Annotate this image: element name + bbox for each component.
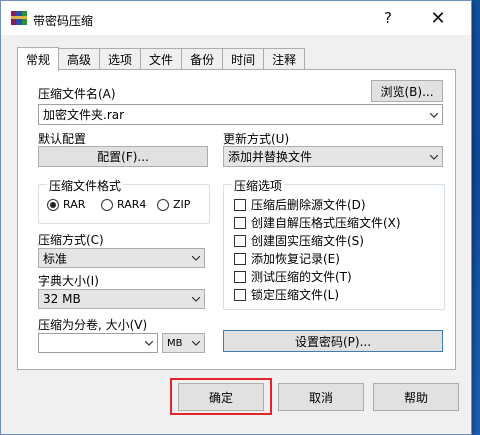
ok-highlight-frame <box>170 378 272 415</box>
split-unit-select[interactable]: MB <box>162 333 205 353</box>
default-profile-label: 默认配置 <box>38 132 87 146</box>
radio-empty-icon <box>157 198 169 211</box>
chevron-down-icon[interactable] <box>192 341 200 346</box>
compression-method-value: 标准 <box>43 251 68 266</box>
checkbox-icon <box>234 288 246 301</box>
tab-time[interactable]: 时间 <box>222 48 265 70</box>
cancel-button[interactable]: 取消 <box>278 383 364 411</box>
archive-format-title: 压缩文件格式 <box>47 177 124 194</box>
split-volume-label: 压缩为分卷, 大小(V) <box>38 318 148 332</box>
option-recovery-record[interactable]: 添加恢复记录(E) <box>234 250 340 267</box>
radio-selected-icon <box>47 198 59 211</box>
chevron-down-icon[interactable] <box>430 154 438 160</box>
tab-backup[interactable]: 备份 <box>181 48 224 70</box>
format-rar-radio[interactable]: RAR <box>47 198 85 211</box>
option-solid[interactable]: 创建固实压缩文件(S) <box>234 232 364 249</box>
option-lock-archive[interactable]: 锁定压缩文件(L) <box>234 286 339 303</box>
format-zip-radio[interactable]: ZIP <box>157 198 190 211</box>
checkbox-icon <box>234 198 246 211</box>
option-test-archive[interactable]: 测试压缩的文件(T) <box>234 268 352 285</box>
tab-strip: 常规 高级 选项 文件 备份 时间 注释 <box>17 47 306 71</box>
profiles-button[interactable]: 配置(F)... <box>38 146 208 167</box>
option-sfx[interactable]: 创建自解压格式压缩文件(X) <box>234 214 401 231</box>
archive-options-group: 压缩选项 压缩后删除源文件(D) 创建自解压格式压缩文件(X) 创建固实压缩文件… <box>223 177 445 310</box>
window-title: 带密码压缩 <box>33 14 94 28</box>
checkbox-icon <box>234 216 246 229</box>
tab-general[interactable]: 常规 <box>17 47 60 71</box>
tab-comment[interactable]: 注释 <box>263 48 306 70</box>
dictionary-size-label: 字典大小(I) <box>38 274 99 288</box>
format-rar4-radio[interactable]: RAR4 <box>101 198 146 211</box>
archive-dialog: 带密码压缩 ? ✕ 常规 高级 选项 文件 备份 时间 注释 压缩文件名(A) … <box>0 0 472 435</box>
chevron-down-icon[interactable] <box>192 256 200 261</box>
checkbox-icon <box>234 270 246 283</box>
dictionary-size-value: 32 MB <box>43 292 81 306</box>
archive-format-group: 压缩文件格式 RAR RAR4 ZIP <box>38 177 210 224</box>
update-mode-label: 更新方式(U) <box>223 132 290 146</box>
archive-options-title: 压缩选项 <box>232 177 285 194</box>
tab-options[interactable]: 选项 <box>99 48 142 70</box>
archive-name-value: 加密文件夹.rar <box>43 108 125 122</box>
chevron-down-icon[interactable] <box>430 112 438 118</box>
winrar-icon <box>11 11 27 25</box>
chevron-down-icon[interactable] <box>145 341 153 346</box>
chevron-down-icon[interactable] <box>192 297 200 302</box>
checkbox-icon <box>234 234 246 247</box>
close-button[interactable]: ✕ <box>415 1 461 35</box>
help-title-button[interactable]: ? <box>365 1 411 35</box>
tab-advanced[interactable]: 高级 <box>58 48 101 70</box>
archive-name-label: 压缩文件名(A) <box>38 87 116 101</box>
radio-empty-icon <box>101 198 113 211</box>
set-password-button[interactable]: 设置密码(P)... <box>223 330 443 352</box>
tab-files[interactable]: 文件 <box>140 48 183 70</box>
compression-method-select[interactable]: 标准 <box>38 248 205 268</box>
update-mode-value: 添加并替换文件 <box>228 150 313 164</box>
help-button[interactable]: 帮助 <box>373 383 459 411</box>
compression-method-label: 压缩方式(C) <box>38 233 104 247</box>
dictionary-size-select[interactable]: 32 MB <box>38 289 205 309</box>
archive-name-combo[interactable]: 加密文件夹.rar <box>38 104 443 125</box>
update-mode-select[interactable]: 添加并替换文件 <box>223 146 443 167</box>
general-panel: 压缩文件名(A) 浏览(B)... 加密文件夹.rar 默认配置 配置(F)..… <box>17 69 456 370</box>
split-size-combo[interactable] <box>38 333 158 353</box>
split-unit-value: MB <box>167 337 183 349</box>
checkbox-icon <box>234 252 246 265</box>
browse-button[interactable]: 浏览(B)... <box>371 80 443 102</box>
option-delete-after[interactable]: 压缩后删除源文件(D) <box>234 196 366 213</box>
title-bar: 带密码压缩 ? ✕ <box>1 1 471 35</box>
